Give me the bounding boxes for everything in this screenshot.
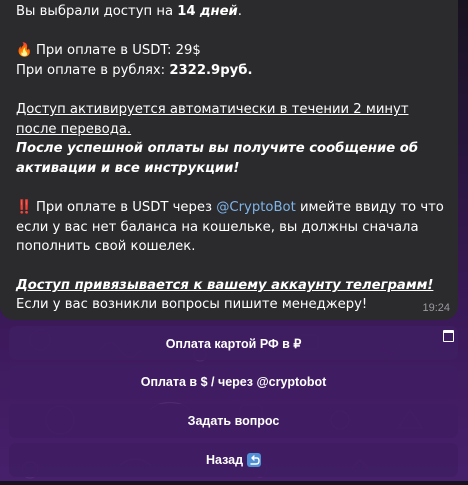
usdt-note-suffix: имейте ввиду то что xyxy=(295,200,444,215)
back-label: Назад xyxy=(205,453,244,467)
message-time: 19:24 xyxy=(422,301,450,314)
usdt-note-prefix: При оплате в USDT через xyxy=(36,200,217,215)
usdt-price-text: При оплате в USDT: 29$ xyxy=(36,43,201,58)
activation-text-1: Доступ активируется автоматически в тече… xyxy=(16,102,409,117)
rub-price-label: При оплате в рублях: xyxy=(16,63,170,78)
ask-question-label: Задать вопрос xyxy=(187,414,280,428)
activation-text-2: после перевода. xyxy=(16,122,132,137)
after-payment-text-2: активации и все инструкции! xyxy=(16,161,240,176)
pay-card-rf-label: Оплата картой РФ в ₽ xyxy=(165,336,302,351)
usdt-note-line-2: если у вас нет баланса на кошельке, вы д… xyxy=(16,220,419,235)
rub-price-line: При оплате в рублях: 2322.9руб. xyxy=(16,61,252,81)
access-prefix-text: Вы выбрали доступ на xyxy=(16,4,178,19)
usdt-price-line: 🔥 При оплате в USDT: 29$ xyxy=(16,41,201,61)
bot-keyboard-icon[interactable] xyxy=(443,330,454,342)
usdt-note-line-3: пополнить свой кошелек. xyxy=(16,239,196,254)
days-word: дней xyxy=(199,4,238,19)
access-suffix-text: . xyxy=(237,4,242,19)
back-arrow-icon xyxy=(247,453,262,467)
pay-card-rf-button[interactable]: Оплата картой РФ в ₽ xyxy=(9,326,458,360)
usdt-note-line-1: ‼️ При оплате в USDT через @CryptoBot име… xyxy=(16,198,444,218)
questions-note: Если у вас возникли вопросы пишите менед… xyxy=(16,297,368,312)
rub-price-value: 2322.9руб. xyxy=(169,63,253,78)
cryptobot-link[interactable]: @CryptoBot xyxy=(216,200,296,215)
message-bubble: Вы выбрали доступ на 14 дней. 🔥 При оплат… xyxy=(0,0,458,320)
pay-crypto-button[interactable]: Оплата в $ / через @cryptobot xyxy=(9,365,458,399)
access-duration-line: Вы выбрали доступ на 14 дней. xyxy=(16,2,242,22)
after-payment-text-1: После успешной оплаты вы получите сообще… xyxy=(16,141,419,156)
fire-icon: 🔥 xyxy=(16,43,33,58)
back-button[interactable]: Назад xyxy=(9,443,458,477)
double-exclamation-icon: ‼️ xyxy=(16,200,33,215)
pay-crypto-label: Оплата в $ / через @cryptobot xyxy=(140,375,327,389)
binding-note: Доступ привязывается к вашему аккаунту т… xyxy=(16,278,434,293)
ask-question-button[interactable]: Задать вопрос xyxy=(9,404,458,438)
days-count: 14 xyxy=(177,4,196,19)
